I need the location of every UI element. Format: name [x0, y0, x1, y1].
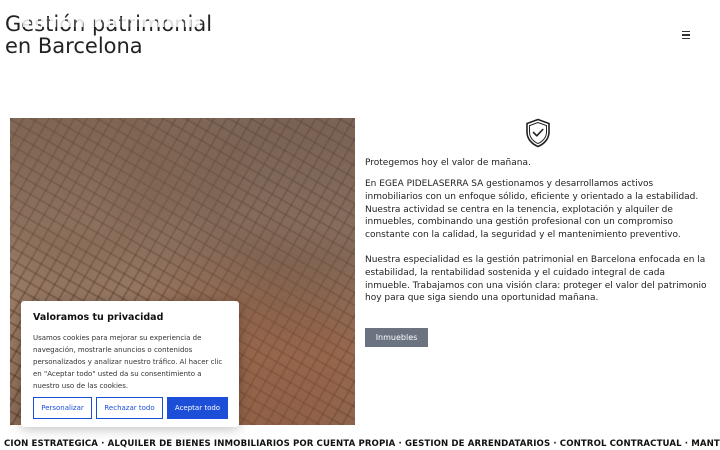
page-title: Gestión patrimonial en Barcelona [5, 13, 265, 57]
tagline-text: Protegemos hoy el valor de mañana. [365, 158, 531, 168]
hamburger-menu-icon[interactable] [678, 28, 694, 42]
inmuebles-button[interactable]: Inmuebles [365, 328, 428, 347]
specialty-paragraph: Nuestra especialidad es la gestión patri… [365, 255, 707, 304]
reject-all-button[interactable]: Rechazar todo [96, 397, 163, 419]
services-ticker: CIÓN ESTRATÉGICA · ALQUILER DE BIENES IN… [0, 439, 720, 450]
page-title-line2: en Barcelona [5, 34, 143, 58]
cookie-banner-title: Valoramos tu privacidad [33, 312, 164, 323]
services-ticker-text: CIÓN ESTRATÉGICA · ALQUILER DE BIENES IN… [4, 439, 720, 449]
cookie-banner-actions: Personalizar Rechazar todo Aceptar todo [33, 397, 228, 419]
cookie-banner-text: Usamos cookies para mejorar su experienc… [33, 334, 223, 390]
cookie-consent-banner: Valoramos tu privacidad Usamos cookies p… [21, 301, 239, 427]
intro-paragraph: En EGEA PIDELASERRA SA gestionamos y des… [365, 179, 699, 241]
page-title-line1: Gestión patrimonial [5, 12, 213, 36]
shield-check-icon [526, 118, 550, 148]
accept-all-button[interactable]: Aceptar todo [167, 397, 228, 419]
customize-cookies-button[interactable]: Personalizar [33, 397, 92, 419]
